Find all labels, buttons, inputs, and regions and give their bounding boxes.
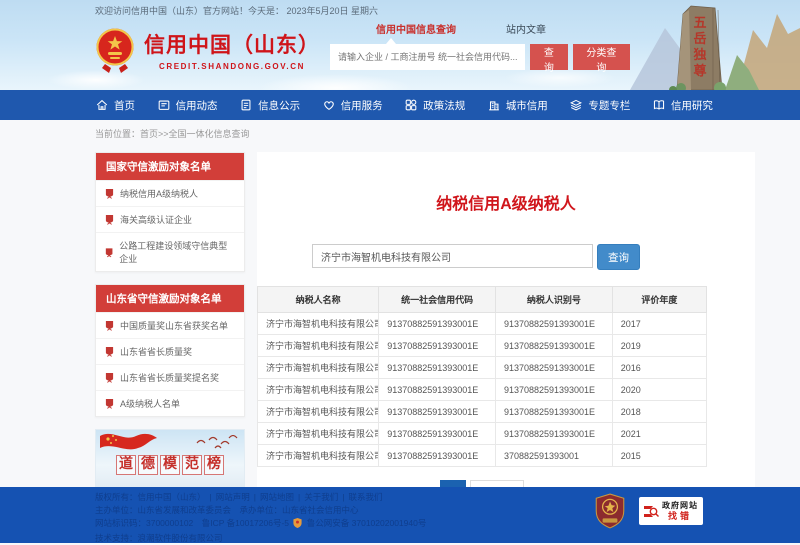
- nav-item-special-topics[interactable]: 专题专栏: [569, 98, 630, 113]
- open-book-icon: [652, 98, 666, 112]
- nav-item-city-credit[interactable]: 城市信用: [487, 98, 548, 113]
- nav-item-credit-research[interactable]: 信用研究: [652, 98, 713, 113]
- breadcrumb-current: >>全国一体化信息查询: [158, 129, 250, 139]
- header-search-area: 信用中国信息查询 站内文章 查询 分类查询: [330, 21, 630, 70]
- seal-icon: [105, 346, 114, 357]
- seal-icon: [105, 247, 113, 258]
- footer-link-about[interactable]: 关于我们: [294, 492, 338, 502]
- svg-text:五: 五: [693, 15, 706, 30]
- svg-text:岳: 岳: [693, 31, 706, 46]
- nav-item-info-disclosure[interactable]: 信息公示: [239, 98, 300, 113]
- gov-shield-badge[interactable]: [594, 493, 626, 529]
- finder-magnifier-icon: [643, 504, 659, 519]
- site-code-text: 网站标识码：3700000102 鲁ICP 备10017206号-5: [95, 518, 289, 528]
- footer-link-statement[interactable]: 网站声明: [206, 492, 250, 502]
- sidebar-section-title: 国家守信激励对象名单: [96, 153, 244, 180]
- police-badge-icon: [293, 518, 302, 532]
- seal-icon: [105, 320, 114, 331]
- col-taxpayer-name: 纳税人名称: [258, 287, 379, 313]
- col-credit-code: 统一社会信用代码: [379, 287, 496, 313]
- taxpayer-table: 纳税人名称 统一社会信用代码 纳税人识别号 评价年度 济宁市海智机电科技有限公司…: [257, 286, 707, 467]
- header-search-button[interactable]: 查询: [530, 44, 568, 70]
- page-title: 纳税信用A级纳税人: [257, 190, 755, 214]
- seal-icon: [105, 372, 114, 383]
- table-row: 济宁市海智机电科技有限公司91370882591393001E913708825…: [258, 313, 707, 335]
- table-row: 济宁市海智机电科技有限公司91370882591393001E913708825…: [258, 423, 707, 445]
- header-search-input[interactable]: [330, 44, 525, 70]
- taxpayer-search-input[interactable]: [312, 244, 593, 268]
- seal-icon: [105, 214, 114, 225]
- site-header: 五 岳 独 尊 欢迎访问信用中国（山东）官方网站！今天是： 2023年5月20日…: [0, 0, 800, 90]
- table-row: 济宁市海智机电科技有限公司91370882591393001E913708825…: [258, 357, 707, 379]
- moral-model-banner[interactable]: 道德模范榜: [95, 429, 245, 495]
- birds-icon: [195, 435, 239, 451]
- news-icon: [157, 98, 171, 112]
- nav-item-policy[interactable]: 政策法规: [404, 98, 465, 113]
- table-row: 济宁市海智机电科技有限公司91370882591393001E370882591…: [258, 445, 707, 467]
- sidebar-item-customs-certified[interactable]: 海关高级认证企业: [96, 206, 244, 232]
- sidebar-item-governor-quality-award[interactable]: 山东省省长质量奖: [96, 338, 244, 364]
- grid-icon: [404, 98, 418, 112]
- sidebar-item-quality-award-nomination[interactable]: 山东省省长质量奖提名奖: [96, 364, 244, 390]
- category-search-button[interactable]: 分类查询: [573, 44, 630, 70]
- col-eval-year: 评价年度: [612, 287, 706, 313]
- site-logo[interactable]: 信用中国（山东） CREDIT.SHANDONG.GOV.CN: [95, 27, 320, 73]
- main-nav: 首页 信用动态 信息公示 信用服务 政策法规 城市信用 专题专栏 信用研究: [0, 90, 800, 120]
- nav-item-home[interactable]: 首页: [95, 98, 135, 113]
- taishan-mountain-image: 五 岳 独 尊: [625, 0, 800, 90]
- finder-badge-line2: 找错: [668, 511, 692, 521]
- heart-icon: [322, 98, 336, 112]
- footer-line-tech-support: 技术支持：浪潮软件股份有限公司: [95, 532, 800, 545]
- tab-credit-china-search[interactable]: 信用中国信息查询: [376, 21, 456, 36]
- footer: 版权所有：信用中国（山东）网站声明网站地图关于我们联系我们 主办单位：山东省发展…: [0, 487, 800, 543]
- gov-website-error-finder-badge[interactable]: 政府网站 找错: [639, 497, 703, 525]
- table-row: 济宁市海智机电科技有限公司91370882591393001E913708825…: [258, 401, 707, 423]
- svg-text:尊: 尊: [693, 63, 706, 78]
- building-icon: [487, 98, 501, 112]
- nav-item-credit-service[interactable]: 信用服务: [322, 98, 383, 113]
- breadcrumb-label: 当前位置：: [95, 129, 140, 139]
- sidebar-section-title: 山东省守信激励对象名单: [96, 285, 244, 312]
- table-header-row: 纳税人名称 统一社会信用代码 纳税人识别号 评价年度: [258, 287, 707, 313]
- breadcrumb-home-link[interactable]: 首页: [140, 129, 158, 139]
- breadcrumb: 当前位置：首页>>全国一体化信息查询: [95, 120, 800, 146]
- sidebar: 国家守信激励对象名单 纳税信用A级纳税人 海关高级认证企业 公路工程建设领域守信…: [95, 152, 245, 512]
- sidebar-section-provincial: 山东省守信激励对象名单 中国质量奖山东省获奖名单 山东省省长质量奖 山东省省长质…: [95, 284, 245, 417]
- police-record-link[interactable]: 鲁公网安备 37010202001940号: [307, 518, 427, 528]
- home-icon: [95, 98, 109, 112]
- col-taxpayer-id: 纳税人识别号: [495, 287, 612, 313]
- seal-icon: [105, 188, 114, 199]
- finder-badge-line1: 政府网站: [662, 501, 698, 511]
- sidebar-item-a-level-taxpayer[interactable]: 纳税信用A级纳税人: [96, 180, 244, 206]
- svg-text:独: 独: [693, 47, 706, 62]
- sidebar-section-national: 国家守信激励对象名单 纳税信用A级纳税人 海关高级认证企业 公路工程建设领域守信…: [95, 152, 245, 272]
- sidebar-item-china-quality-award[interactable]: 中国质量奖山东省获奖名单: [96, 312, 244, 338]
- sidebar-item-highway-trustworthy[interactable]: 公路工程建设领域守信典型企业: [96, 232, 244, 271]
- tab-site-articles[interactable]: 站内文章: [506, 21, 546, 36]
- clipboard-icon: [239, 98, 253, 112]
- taxpayer-search: 查询: [312, 244, 755, 270]
- main-panel: 纳税信用A级纳税人 查询 纳税人名称 统一社会信用代码 纳税人识别号 评价年度 …: [257, 152, 755, 512]
- banner-title: 道德模范榜: [96, 455, 244, 475]
- national-emblem-icon: [95, 27, 135, 73]
- copyright-text: 版权所有：信用中国（山东）: [95, 492, 206, 502]
- sidebar-item-a-level-taxpayer-list[interactable]: A级纳税人名单: [96, 390, 244, 416]
- site-domain: CREDIT.SHANDONG.GOV.CN: [144, 62, 320, 71]
- taxpayer-search-button[interactable]: 查询: [597, 244, 640, 270]
- nav-item-credit-news[interactable]: 信用动态: [157, 98, 218, 113]
- table-row: 济宁市海智机电科技有限公司91370882591393001E913708825…: [258, 379, 707, 401]
- footer-link-contact[interactable]: 联系我们: [338, 492, 382, 502]
- layers-icon: [569, 98, 583, 112]
- footer-link-sitemap[interactable]: 网站地图: [250, 492, 294, 502]
- content-area: 国家守信激励对象名单 纳税信用A级纳税人 海关高级认证企业 公路工程建设领域守信…: [95, 146, 755, 512]
- site-title: 信用中国（山东）: [144, 29, 320, 59]
- seal-icon: [105, 398, 114, 409]
- welcome-bar: 欢迎访问信用中国（山东）官方网站！今天是： 2023年5月20日 星期六: [95, 4, 378, 17]
- table-row: 济宁市海智机电科技有限公司91370882591393001E913708825…: [258, 335, 707, 357]
